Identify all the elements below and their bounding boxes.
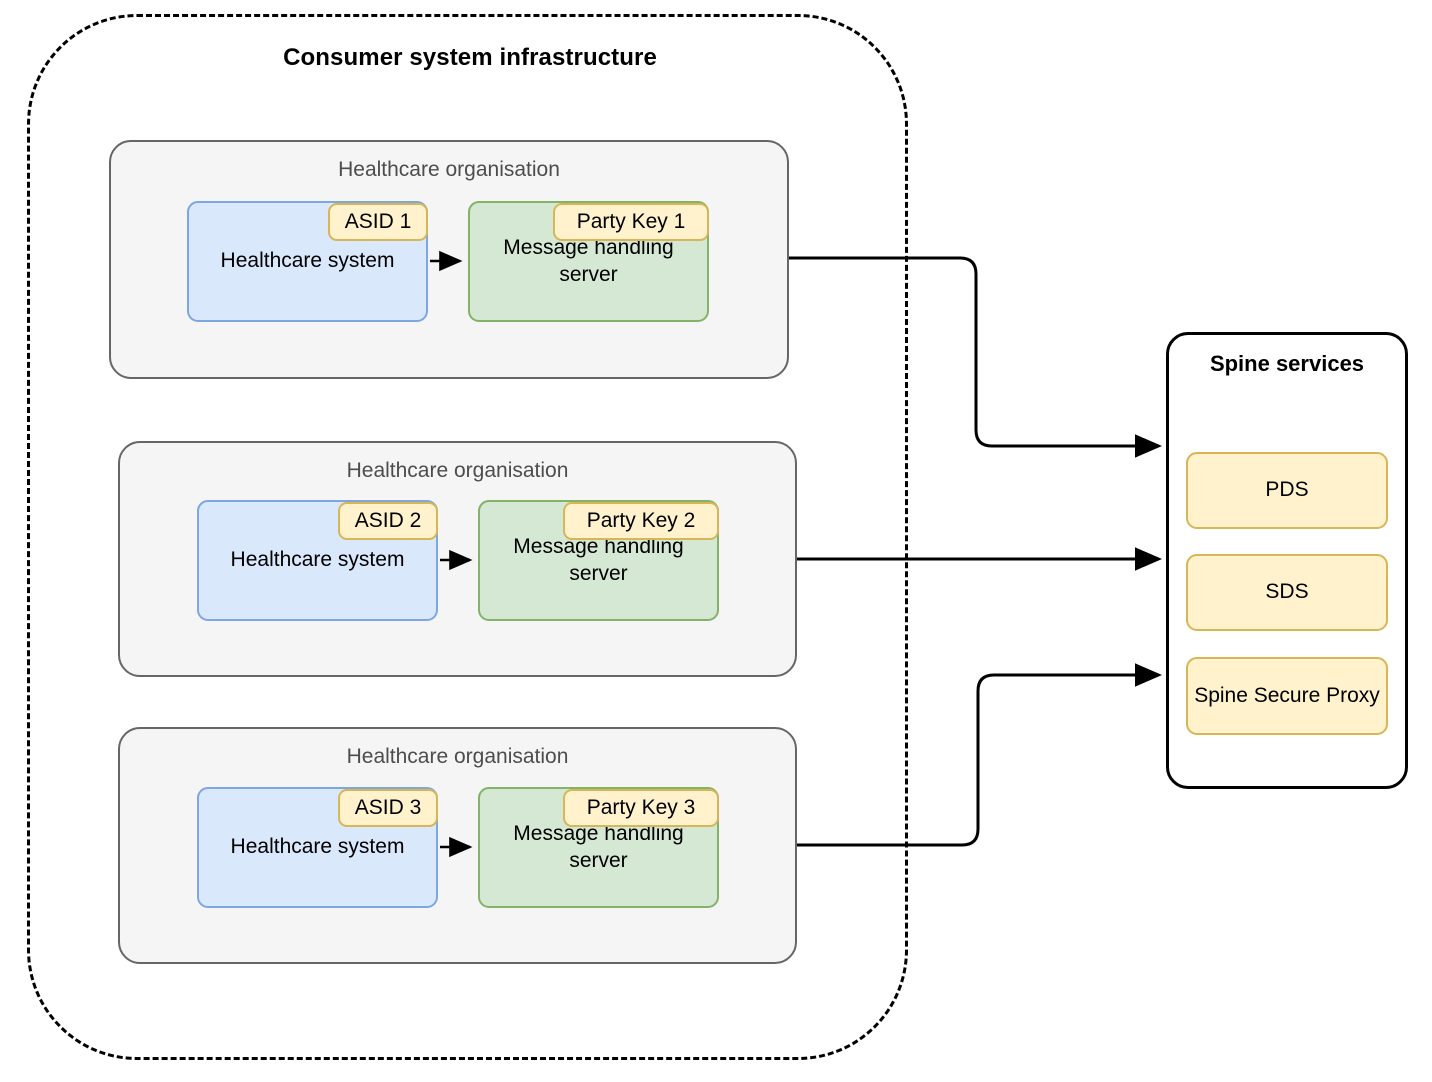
party-key-badge-1: Party Key 1 [553, 203, 709, 241]
healthcare-system-label-1: Healthcare system [220, 249, 395, 273]
healthcare-organisation-label-1: Healthcare organisation [338, 158, 560, 181]
healthcare-system-label-2: Healthcare system [230, 548, 405, 572]
spine-service-spine-secure-proxy-label: Spine Secure Proxy [1194, 683, 1380, 707]
healthcare-organisation-label-3: Healthcare organisation [346, 745, 569, 768]
diagram-canvas: Consumer system infrastructure Healthcar… [0, 0, 1432, 1082]
consumer-system-infrastructure-title: Consumer system infrastructure [283, 44, 657, 71]
message-handling-server-label-1: Message handling server [503, 235, 674, 286]
asid-badge-3: ASID 3 [338, 789, 438, 827]
party-key-badge-2: Party Key 2 [563, 502, 719, 540]
healthcare-system-label-3: Healthcare system [230, 835, 405, 859]
spine-service-pds-label: PDS [1265, 478, 1309, 502]
spine-services-title: Spine services [1209, 351, 1365, 376]
party-key-badge-3: Party Key 3 [563, 789, 719, 827]
asid-badge-2: ASID 2 [338, 502, 438, 540]
message-handling-server-label-3: Message handling server [513, 821, 684, 872]
healthcare-organisation-label-2: Healthcare organisation [346, 459, 569, 482]
spine-service-sds[interactable]: SDS [1186, 554, 1388, 631]
spine-service-spine-secure-proxy[interactable]: Spine Secure Proxy [1186, 657, 1388, 735]
asid-badge-1: ASID 1 [328, 203, 428, 241]
spine-service-pds[interactable]: PDS [1186, 452, 1388, 529]
spine-service-sds-label: SDS [1265, 580, 1309, 604]
message-handling-server-label-2: Message handling server [513, 534, 684, 585]
